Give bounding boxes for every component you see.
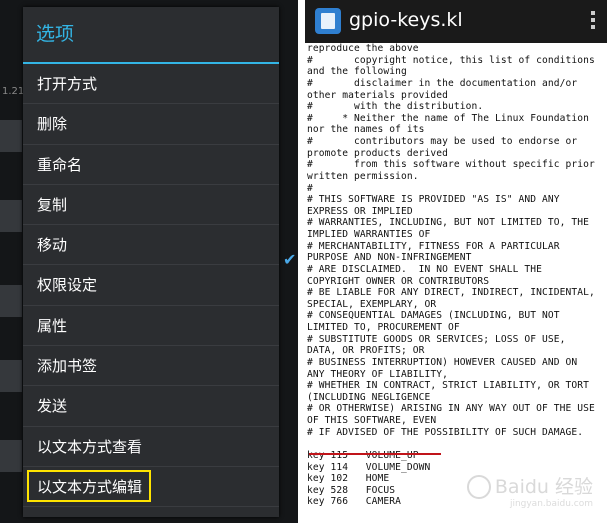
- dialog-title: 选项: [36, 23, 75, 45]
- code-line: # with the distribution.: [307, 101, 484, 113]
- code-line: # THIS SOFTWARE IS PROVIDED "AS IS" AND …: [307, 194, 560, 206]
- menu-item-rename[interactable]: 重命名: [23, 145, 279, 185]
- background-thumbnail: [0, 120, 22, 152]
- code-line: DATA, OR PROFITS; OR: [307, 345, 425, 357]
- code-line: # contributors may be used to endorse or: [307, 136, 578, 147]
- red-underline-annotation: [309, 453, 441, 455]
- code-line: EXPRESS OR IMPLIED: [307, 205, 413, 217]
- overflow-menu-icon[interactable]: [591, 11, 595, 31]
- code-line: # copyright notice, this list of conditi…: [307, 54, 595, 66]
- background-version-text: 1.21: [2, 86, 25, 97]
- code-line: key 115 VOLUME_UP: [307, 449, 419, 461]
- menu-item-move[interactable]: 移动: [23, 225, 279, 266]
- checkmark-icon: ✔: [283, 250, 297, 269]
- code-line: # BE LIABLE FOR ANY DIRECT, INDIRECT, IN…: [307, 287, 595, 299]
- editor-title-bar: gpio-keys.kl: [305, 0, 607, 43]
- code-line: # BUSINESS INTERRUPTION) HOWEVER CAUSED …: [307, 356, 578, 368]
- menu-item-properties[interactable]: 属性: [23, 306, 279, 347]
- code-line: # OR OTHERWISE) ARISING IN ANY WAY OUT O…: [307, 403, 595, 415]
- code-line: reproduce the above: [307, 43, 419, 54]
- code-line: # IF ADVISED OF THE POSSIBILITY OF SUCH …: [307, 426, 584, 438]
- code-line: # from this software without specific pr…: [307, 159, 595, 171]
- code-line: nor the names of its: [307, 124, 425, 136]
- code-line: # WARRANTIES, INCLUDING, BUT NOT LIMITED…: [307, 217, 590, 229]
- menu-item-permissions[interactable]: 权限设定: [23, 265, 279, 306]
- code-line: SPECIAL, EXEMPLARY, OR: [307, 298, 437, 310]
- options-dialog: 选项 打开方式 删除 重命名 复制 移动 权限设定 属性 添加书签 发送 以文本…: [23, 7, 279, 517]
- file-title: gpio-keys.kl: [349, 9, 463, 31]
- right-screen: gpio-keys.kl reproduce the above # copyri…: [305, 0, 607, 523]
- code-line: IMPLIED WARRANTIES OF: [307, 229, 431, 240]
- code-line: written permission.: [307, 170, 419, 182]
- code-line: # MERCHANTABILITY, FITNESS FOR A PARTICU…: [307, 240, 560, 252]
- menu-item-send[interactable]: 发送: [23, 386, 279, 427]
- background-thumbnail: [0, 285, 22, 317]
- background-thumbnail: [0, 440, 22, 472]
- menu-item-copy[interactable]: 复制: [23, 185, 279, 226]
- menu-item-add-bookmark[interactable]: 添加书签: [23, 346, 279, 387]
- menu-item-edit-as-text[interactable]: 以文本方式编辑: [23, 467, 279, 508]
- code-line: # disclaimer in the documentation and/or: [307, 77, 578, 89]
- code-line: other materials provided: [307, 89, 449, 101]
- code-line: #: [307, 182, 313, 194]
- code-line: OF THIS SOFTWARE, EVEN: [307, 415, 437, 426]
- code-line: # ARE DISCLAIMED. IN NO EVENT SHALL THE: [307, 263, 543, 275]
- code-line: promote products derived: [307, 147, 449, 159]
- code-line: LIMITED TO, PROCUREMENT OF: [307, 322, 460, 333]
- paw-icon: [466, 475, 491, 499]
- code-line: PURPOSE AND NON-INFRINGEMENT: [307, 252, 472, 264]
- code-line: and the following: [307, 66, 407, 78]
- background-thumbnail: [0, 200, 22, 232]
- menu-item-open-with[interactable]: 打开方式: [23, 64, 279, 105]
- code-line: # SUBSTITUTE GOODS OR SERVICES; LOSS OF …: [307, 333, 566, 345]
- code-line: # WHETHER IN CONTRACT, STRICT LIABILITY,…: [307, 380, 590, 392]
- code-line: # CONSEQUENTIAL DAMAGES (INCLUDING, BUT …: [307, 310, 560, 322]
- text-editor-content[interactable]: reproduce the above # copyright notice, t…: [305, 43, 607, 508]
- code-line: (INCLUDING NEGLIGENCE: [307, 391, 431, 403]
- menu-item-delete[interactable]: 删除: [23, 104, 279, 145]
- text-editor-app-icon: [315, 8, 341, 34]
- background-thumbnail: [0, 360, 22, 392]
- code-line: COPYRIGHT OWNER OR CONTRIBUTORS: [307, 275, 490, 287]
- code-line: ANY THEORY OF LIABILITY,: [307, 368, 449, 380]
- code-line: # * Neither the name of The Linux Founda…: [307, 112, 590, 124]
- menu-item-view-as-text[interactable]: 以文本方式查看: [23, 427, 279, 467]
- left-screen: 1.21 ✔ 选项 打开方式 删除 重命名 复制 移动 权限设定 属性 添加书签…: [0, 0, 298, 523]
- watermark: Baidu 经验 jingyan.baidu.com: [466, 472, 593, 509]
